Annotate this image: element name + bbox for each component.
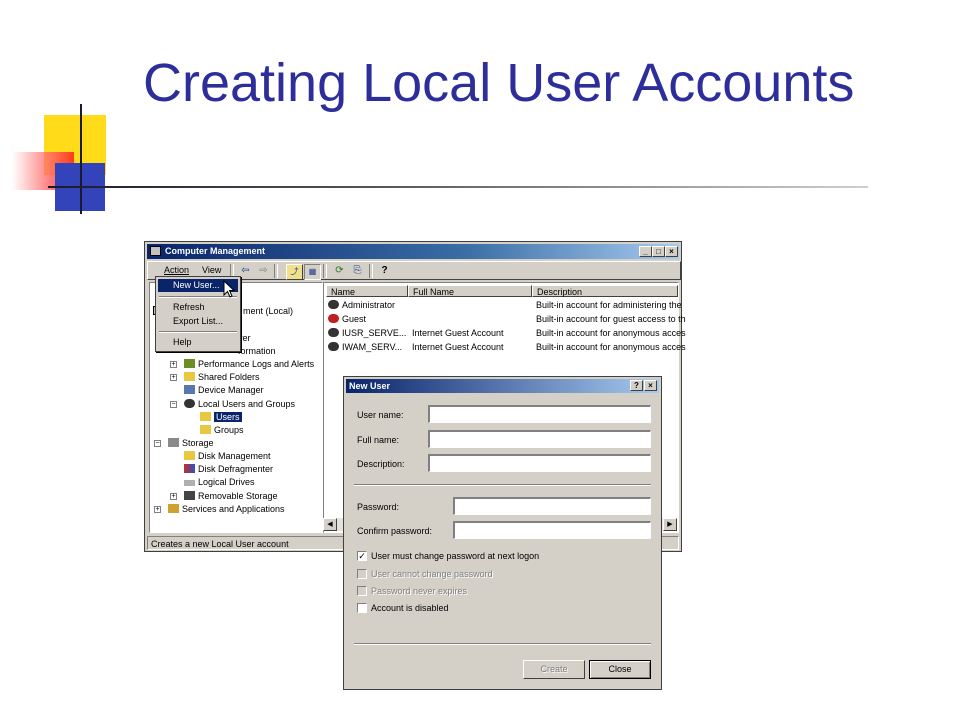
show-tree-icon[interactable]: ▦: [304, 264, 321, 280]
toolbar-separator: [323, 264, 327, 278]
description-label: Description:: [357, 459, 405, 469]
tree-item-removable-storage[interactable]: Removable Storage: [184, 491, 278, 501]
folder-icon: [184, 372, 195, 381]
password-label: Password:: [357, 502, 400, 512]
scroll-right-icon[interactable]: ▶: [663, 518, 677, 531]
computer-icon: [150, 246, 161, 256]
table-row[interactable]: IWAM_SERV... Internet Guest Account Buil…: [328, 340, 686, 354]
tree-item-disk-defragmenter[interactable]: Disk Defragmenter: [184, 464, 273, 474]
refresh-icon[interactable]: ⟳: [332, 264, 347, 278]
table-row[interactable]: IUSR_SERVE... Internet Guest Account Bui…: [328, 326, 686, 340]
description-field[interactable]: [428, 454, 651, 472]
close-window-button[interactable]: ×: [665, 246, 678, 257]
section-divider: [354, 643, 651, 645]
user-name-field[interactable]: [428, 405, 651, 423]
menu-item-refresh[interactable]: Refresh: [158, 301, 238, 314]
tree-item-partial-2[interactable]: formation: [238, 346, 276, 356]
tree-item-storage[interactable]: Storage: [168, 438, 214, 448]
tree-item-shared-folders[interactable]: Shared Folders: [184, 372, 260, 382]
confirm-password-field[interactable]: [453, 521, 651, 539]
tree-item-groups[interactable]: Groups: [200, 425, 244, 435]
forward-arrow-icon[interactable]: ⇨: [256, 264, 271, 278]
tree-item-logical-drives[interactable]: Logical Drives: [184, 477, 255, 487]
folder-icon: [200, 412, 211, 421]
maximize-button[interactable]: □: [652, 246, 665, 257]
user-icon: [328, 300, 339, 309]
cannot-change-password-checkbox[interactable]: [357, 569, 367, 579]
tree-item-users[interactable]: Users: [200, 412, 242, 422]
menu-action[interactable]: Action: [164, 265, 189, 275]
folder-icon: [184, 451, 195, 460]
drive-icon: [184, 480, 195, 486]
table-row[interactable]: Administrator Built-in account for admin…: [328, 298, 682, 312]
dialog-titlebar[interactable]: New User ? ×: [346, 379, 659, 393]
password-never-expires-checkbox[interactable]: [357, 586, 367, 596]
column-header-full-name[interactable]: Full Name: [408, 285, 532, 297]
collapse-toggle[interactable]: −: [170, 401, 177, 408]
expand-toggle[interactable]: +: [154, 506, 161, 513]
section-divider: [354, 484, 651, 486]
toolbar-separator: [369, 264, 373, 278]
user-name-label: User name:: [357, 410, 404, 420]
decorative-vertical-line: [80, 104, 82, 214]
tree-item-disk-management[interactable]: Disk Management: [184, 451, 271, 461]
scroll-left-icon[interactable]: ◀: [323, 518, 337, 531]
confirm-password-label: Confirm password:: [357, 526, 433, 536]
users-groups-icon: [184, 399, 195, 408]
expand-toggle[interactable]: +: [170, 374, 177, 381]
table-row[interactable]: Guest Built-in account for guest access …: [328, 312, 686, 326]
account-disabled-checkbox[interactable]: [357, 603, 367, 613]
must-change-password-label[interactable]: User must change password at next logon: [371, 551, 539, 561]
tree-item-device-manager[interactable]: Device Manager: [184, 385, 264, 395]
expand-toggle[interactable]: +: [170, 361, 177, 368]
services-icon: [168, 504, 179, 513]
device-manager-icon: [184, 385, 195, 394]
removable-storage-icon: [184, 491, 195, 500]
close-button[interactable]: Close: [589, 660, 651, 679]
minimize-button[interactable]: _: [639, 246, 652, 257]
defrag-icon: [184, 464, 195, 473]
help-icon[interactable]: ?: [377, 264, 392, 278]
expand-toggle[interactable]: +: [170, 493, 177, 500]
tree-item-services-applications[interactable]: Services and Applications: [168, 504, 285, 514]
tree-item-performance-logs[interactable]: Performance Logs and Alerts: [184, 359, 314, 369]
help-button[interactable]: ?: [630, 380, 643, 391]
disabled-user-icon: [328, 314, 339, 323]
title-underline: [48, 186, 868, 188]
dialog-title: New User: [349, 381, 391, 391]
menu-separator: [159, 331, 237, 333]
close-dialog-button[interactable]: ×: [644, 380, 657, 391]
must-change-password-checkbox[interactable]: ✓: [357, 551, 367, 561]
menu-view[interactable]: View: [202, 265, 221, 275]
column-header-name[interactable]: Name: [326, 285, 408, 297]
full-name-label: Full name:: [357, 435, 400, 445]
password-field[interactable]: [453, 497, 651, 515]
user-icon: [328, 328, 339, 337]
cannot-change-password-label[interactable]: User cannot change password: [371, 569, 493, 579]
performance-icon: [184, 359, 195, 368]
menu-item-help[interactable]: Help: [158, 336, 238, 349]
account-disabled-label[interactable]: Account is disabled: [371, 603, 449, 613]
window-title: Computer Management: [165, 246, 266, 256]
up-folder-icon[interactable]: ⤴: [286, 264, 303, 280]
storage-icon: [168, 438, 179, 447]
new-user-dialog: New User ? × User name: Full name: Descr…: [343, 376, 662, 690]
folder-icon: [200, 425, 211, 434]
export-list-icon[interactable]: ⎘: [350, 264, 365, 278]
collapse-toggle[interactable]: −: [154, 440, 161, 447]
tree-item-local-users-groups[interactable]: Local Users and Groups: [184, 399, 295, 409]
menu-item-export-list[interactable]: Export List...: [158, 315, 238, 328]
column-header-description[interactable]: Description: [532, 285, 678, 297]
toolbar-separator: [274, 264, 278, 278]
window-titlebar[interactable]: Computer Management _ □ ×: [147, 244, 679, 259]
password-never-expires-label[interactable]: Password never expires: [371, 586, 467, 596]
slide-title: Creating Local User Accounts: [143, 53, 855, 113]
create-button[interactable]: Create: [523, 660, 585, 679]
user-icon: [328, 342, 339, 351]
full-name-field[interactable]: [428, 430, 651, 448]
mouse-cursor-icon: [223, 280, 236, 298]
